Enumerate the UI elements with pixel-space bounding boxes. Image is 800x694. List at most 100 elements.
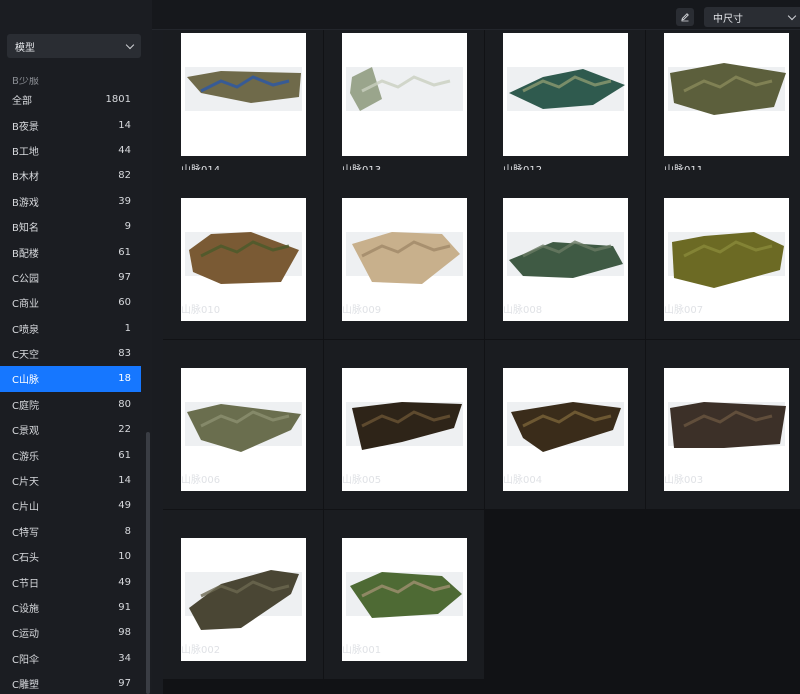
category-count: 61	[118, 449, 131, 461]
category-item[interactable]: C游乐 61	[0, 442, 141, 467]
model-name: 山脉002	[181, 645, 221, 656]
model-thumbnail[interactable]	[181, 33, 306, 156]
model-card[interactable]: 山脉001	[324, 510, 484, 679]
category-label: C片山	[12, 502, 39, 514]
model-name: 山脉005	[342, 475, 382, 486]
pencil-icon	[681, 13, 689, 22]
model-card[interactable]: 山脉009	[324, 170, 484, 339]
category-item[interactable]: C石头 10	[0, 544, 141, 569]
category-label: C运动	[12, 629, 39, 641]
category-label: C雕塑	[12, 680, 39, 692]
model-thumbnail[interactable]	[342, 33, 467, 156]
category-count: 44	[118, 144, 131, 156]
category-item-partial[interactable]: B少服	[0, 77, 141, 87]
category-label: C片天	[12, 477, 39, 489]
category-count: 80	[118, 398, 131, 410]
model-name: 山脉008	[503, 305, 543, 316]
model-type-select-value: 模型	[15, 42, 35, 54]
category-sidebar: 模型 B少服 全部 1801 B夜景 14 B工地 44 B木材 82 B游戏 39 B知名 9 B配楼…	[0, 0, 152, 694]
chevron-down-icon	[787, 11, 797, 20]
category-label: C景观	[12, 426, 39, 438]
category-item[interactable]: C特写 8	[0, 519, 141, 544]
category-label: B工地	[12, 146, 39, 158]
category-label: C山脉	[12, 375, 39, 387]
category-label: B木材	[12, 172, 39, 184]
category-count: 83	[118, 348, 131, 360]
category-item[interactable]: C片山 49	[0, 493, 141, 518]
model-thumbnail[interactable]	[503, 33, 628, 156]
category-label: 全部	[12, 96, 32, 108]
category-item[interactable]: C庭院 80	[0, 392, 141, 417]
category-label: C庭院	[12, 400, 39, 412]
category-item[interactable]: 全部 1801	[0, 87, 141, 112]
model-card[interactable]: 山脉007	[646, 170, 800, 339]
category-count: 97	[118, 271, 131, 283]
category-count: 9	[124, 221, 131, 233]
model-name: 山脉003	[664, 475, 704, 486]
category-label: C设施	[12, 604, 39, 615]
model-card[interactable]: 山脉004	[485, 340, 645, 509]
category-count: 98	[118, 627, 131, 639]
terrain-thumbnail	[185, 67, 302, 111]
category-label: C商业	[12, 299, 39, 311]
model-card[interactable]: 山脉005	[324, 340, 484, 509]
category-count: 8	[124, 525, 131, 537]
category-item[interactable]: B配楼 61	[0, 239, 141, 264]
model-card[interactable]: 山脉008	[485, 170, 645, 339]
category-item[interactable]: C喷泉 1	[0, 316, 141, 341]
category-item[interactable]: C商业 60	[0, 290, 141, 315]
category-count: 91	[118, 602, 131, 613]
category-item[interactable]: C阳伞 34	[0, 646, 141, 671]
category-count: 22	[118, 424, 131, 436]
category-list: B少服 全部 1801 B夜景 14 B工地 44 B木材 82 B游戏 39 B知名 9 B配楼 61 C…	[0, 77, 141, 694]
top-toolbar	[152, 0, 800, 30]
model-name: 山脉004	[503, 475, 543, 486]
model-card[interactable]: 山脉002	[163, 510, 323, 679]
category-item[interactable]: C雕塑 97	[0, 671, 141, 694]
category-label: C喷泉	[12, 324, 39, 336]
category-item[interactable]: B夜景 14	[0, 112, 141, 137]
category-count: 39	[118, 195, 131, 207]
model-name: 山脉007	[664, 305, 704, 316]
model-thumbnail[interactable]	[664, 33, 789, 156]
category-label: B少服	[12, 77, 39, 87]
chevron-down-icon	[125, 40, 135, 49]
category-item[interactable]: B游戏 39	[0, 189, 141, 214]
category-count: 49	[118, 576, 131, 588]
category-count: 10	[118, 551, 131, 563]
category-item[interactable]: C设施 91	[0, 595, 141, 620]
sidebar-scrollbar[interactable]	[146, 432, 150, 694]
category-label: C特写	[12, 527, 39, 539]
category-item[interactable]: B木材 82	[0, 163, 141, 188]
edit-button[interactable]	[676, 8, 694, 26]
category-item[interactable]: C运动 98	[0, 620, 141, 645]
category-count: 60	[118, 297, 131, 309]
category-item[interactable]: C景观 22	[0, 417, 141, 442]
category-label: C公园	[12, 273, 39, 285]
category-count: 49	[118, 500, 131, 512]
category-label: B夜景	[12, 121, 39, 133]
category-item[interactable]: C山脉 18	[0, 366, 141, 392]
model-name: 山脉001	[342, 645, 382, 656]
model-card[interactable]: 山脉003	[646, 340, 800, 509]
category-count: 18	[118, 373, 131, 385]
category-item[interactable]: B工地 44	[0, 138, 141, 163]
category-item[interactable]: C节日 49	[0, 569, 141, 594]
category-label: B知名	[12, 223, 39, 235]
category-label: C天空	[12, 350, 39, 362]
category-count: 1801	[105, 94, 131, 106]
model-card[interactable]: 山脉010	[163, 170, 323, 339]
category-item[interactable]: C天空 83	[0, 341, 141, 366]
thumbnail-size-select[interactable]: 中尺寸	[704, 7, 800, 27]
terrain-thumbnail	[668, 63, 786, 115]
category-item[interactable]: C片天 14	[0, 468, 141, 493]
category-item[interactable]: B知名 9	[0, 214, 141, 239]
category-item[interactable]: C公园 97	[0, 265, 141, 290]
model-name: 山脉006	[181, 475, 221, 486]
category-count: 97	[118, 678, 131, 690]
model-name: 山脉009	[342, 305, 382, 316]
model-type-select[interactable]: 模型	[7, 34, 141, 58]
model-card[interactable]: 山脉006	[163, 340, 323, 509]
category-label: C阳伞	[12, 654, 39, 666]
category-count: 34	[118, 652, 131, 664]
